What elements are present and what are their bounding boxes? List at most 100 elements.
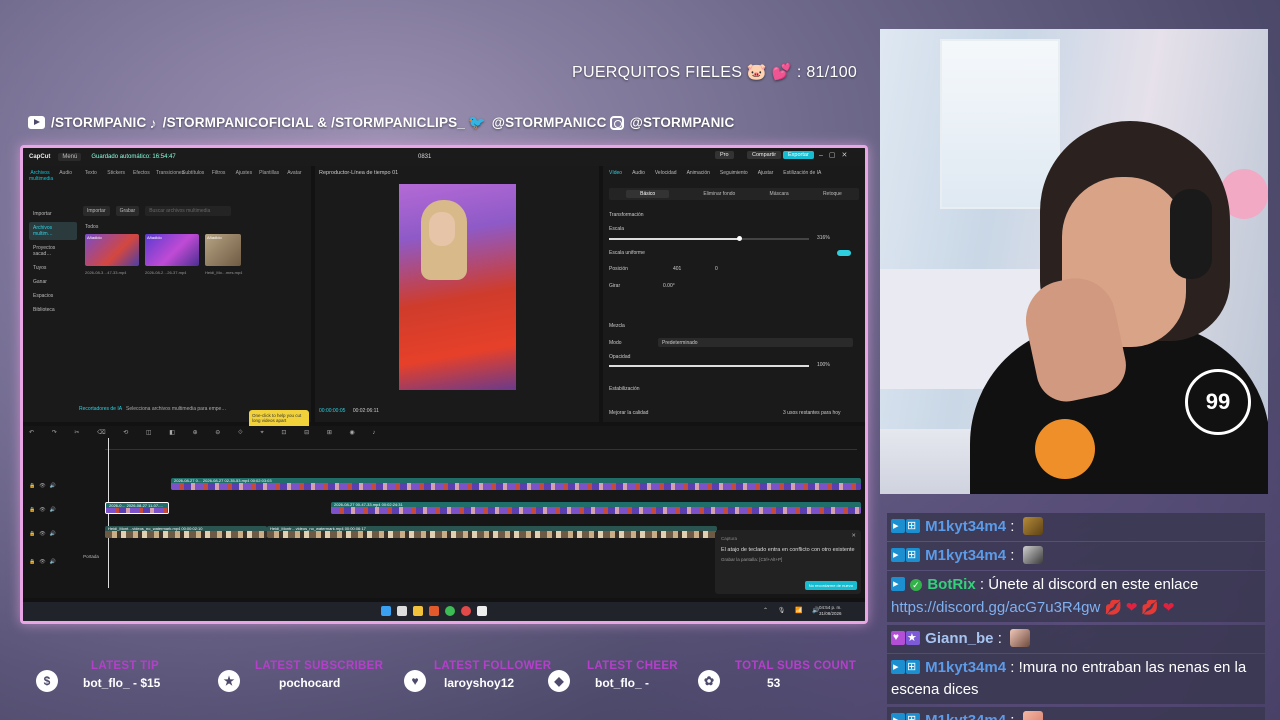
rotate-value[interactable]: 0.00° [663,283,675,289]
prime-badge-icon [891,515,905,537]
latest-subscriber: ★ LATEST SUBSCRIBER pochocard [218,660,398,700]
subtab-retouch[interactable]: Retoque [823,191,842,197]
share-button[interactable]: Compartir [747,151,782,159]
tab-video[interactable]: Vídeo [609,170,622,176]
tool-avatar[interactable]: Avatar [284,170,305,182]
track-controls[interactable]: 🔒👁🔊 [29,483,60,489]
thumbnail: Añadido [85,234,139,266]
tool-audio[interactable]: Audio [55,170,76,182]
subtab-mask[interactable]: Máscara [770,191,789,197]
export-button[interactable]: Exportar [783,151,814,159]
scale-slider[interactable] [609,236,809,241]
media-item[interactable]: Añadido 2026-08-3…47-33.mp4 [85,234,139,275]
prime-badge-icon [891,573,905,595]
media-item[interactable]: Añadido 2026-08-2…26-37.mp4 [145,234,199,275]
app-titlebar: CapCut Menú Guardado automático: 16:54:4… [23,148,865,166]
game-badge-icon [906,709,920,720]
opacity-value[interactable]: 100% [817,362,830,368]
timeline-clip[interactable]: Heidi_Mont…videos_no_watermark.mp4 00:00… [105,526,267,538]
window-controls[interactable]: –▢✕ [819,151,853,159]
browser-icon[interactable] [429,606,439,616]
timeline-clip[interactable]: Heidi_Montr…videos_no_watermark.mp4 00:0… [267,526,717,538]
timeline-clip[interactable]: 2026-08-27 0… 2026-08-27 02-35-53.mp4 00… [171,478,861,490]
current-time: 00:00:00:05 [319,408,346,414]
tab-tracking[interactable]: Seguimiento [720,170,748,176]
opacity-slider[interactable] [609,365,809,367]
record-button[interactable]: Grabar [115,206,140,216]
tool-media[interactable]: Archivos multimedia [29,170,53,182]
filter-all-label[interactable]: Todos [85,224,98,230]
stream-stats-bar: $ LATEST TIP bot_flo_ - $15 ★ LATEST SUB… [36,660,866,700]
sidebar-item-spaces[interactable]: Espacios [29,290,77,302]
app-icon[interactable] [397,606,407,616]
start-icon[interactable] [381,606,391,616]
folder-icon[interactable] [413,606,423,616]
ai-recorder-bar[interactable]: Recortadores de IA Selecciona archivos m… [79,406,226,412]
tool-filters[interactable]: Filtros [208,170,229,182]
enhance-quality-label[interactable]: Mejorar la calidad [609,410,648,416]
sidebar-item-yours[interactable]: Tuyos [29,262,77,274]
hearts-emotes: 💋 ❤ 💋 ❤ [1104,599,1175,615]
position-y[interactable]: 0 [715,266,718,272]
prime-badge-icon [891,709,905,720]
tool-text[interactable]: Texto [80,170,101,182]
system-tray[interactable]: ⌃ 🎙 📶 🔊 [763,607,824,614]
verified-badge-icon [910,574,923,596]
dont-remind-button[interactable]: No recordarme de nuevo [804,581,857,590]
timeline-clip[interactable]: 2026-08-27 00-47-33.mp4 00:02:24:31 [331,502,861,514]
stabilize-label[interactable]: Estabilización [609,386,640,392]
webcam-feed: 99 [880,29,1268,494]
timeline-ruler[interactable] [105,442,857,450]
chrome-icon[interactable] [445,606,455,616]
position-x[interactable]: 401 [673,266,681,272]
tool-stickers[interactable]: Stickers [106,170,127,182]
twitter-handle: @STORMPANICC [491,115,607,130]
sidebar-item-import[interactable]: Importar [29,208,77,220]
blend-mode-select[interactable]: Predeterminado [658,338,853,347]
tool-templates[interactable]: Plantillas [259,170,280,182]
tab-audio[interactable]: Audio [632,170,645,176]
social-handles: /STORMPANIC ♪ /STORMPANICOFICIAL & /STOR… [28,114,734,131]
tab-animation[interactable]: Animación [687,170,710,176]
sidebar-item-library[interactable]: Biblioteca [29,304,77,316]
import-button[interactable]: Importar [83,206,110,216]
stat-title: LATEST SUBSCRIBER [255,660,384,672]
taskbar-clock[interactable]: 04:54 p. m. 31/08/2026 [819,605,842,617]
game-badge-icon [906,544,920,566]
video-preview[interactable] [399,184,516,390]
tool-transitions[interactable]: Transiciones [156,170,184,182]
subtab-remove-bg[interactable]: Eliminar fondo [703,191,735,197]
uniform-scale-toggle[interactable] [837,250,851,256]
discord-link[interactable]: https://discord.gg/acG7u3R4gw [891,599,1100,616]
media-item[interactable]: Añadido Heidi_Mo…mes.mp4 [205,234,259,275]
tab-adjust[interactable]: Ajustar [758,170,774,176]
sidebar-item-earn[interactable]: Ganar [29,276,77,288]
chat-message: M1kyt34m4 : [887,707,1265,720]
tool-captions[interactable]: Subtítulos [182,170,204,182]
sidebar-item-projects[interactable]: Proyectos sacad… [29,242,77,260]
scale-slider-knob[interactable] [737,236,742,241]
capcut-icon[interactable] [477,606,487,616]
added-tag: Añadido [87,235,102,240]
track-controls[interactable]: 🔒👁🔊 [29,531,60,537]
obs-icon[interactable] [461,606,471,616]
timeline-clip[interactable]: 2026-0… 2026-08-27 11-07-… [105,502,169,514]
pro-button[interactable]: Pro [715,151,734,159]
cover-button[interactable]: Portada [81,554,101,559]
track-controls[interactable]: 🔒👁🔊 [29,559,60,565]
clip-filmstrip [105,531,267,538]
scale-value[interactable]: 316% [817,235,830,241]
subtab-basic[interactable]: Básico [626,190,670,198]
menu-button[interactable]: Menú [58,153,82,161]
tool-effects[interactable]: Efectos [131,170,152,182]
sidebar-item-media-files[interactable]: Archivos multim… [29,222,77,240]
tool-adjust[interactable]: Ajustes [233,170,254,182]
media-search-input[interactable]: Buscar archivos multimedia [145,206,232,216]
track-controls[interactable]: 🔒👁🔊 [29,507,60,513]
timeline-toolbar[interactable]: ↶ ↷ ✂ ⌫ ⟲ ◫ ◧ ⊕ ⊖ ⟐ ⌖ ⊡ ⊟ ⊞ ◉ ♪ [29,429,859,439]
tab-speed[interactable]: Velocidad [655,170,677,176]
tab-ai-style[interactable]: Estilización de IA [783,170,821,176]
emote-icon [1010,629,1031,647]
scale-slider-fill [609,238,739,240]
close-icon[interactable]: ✕ [851,533,856,539]
